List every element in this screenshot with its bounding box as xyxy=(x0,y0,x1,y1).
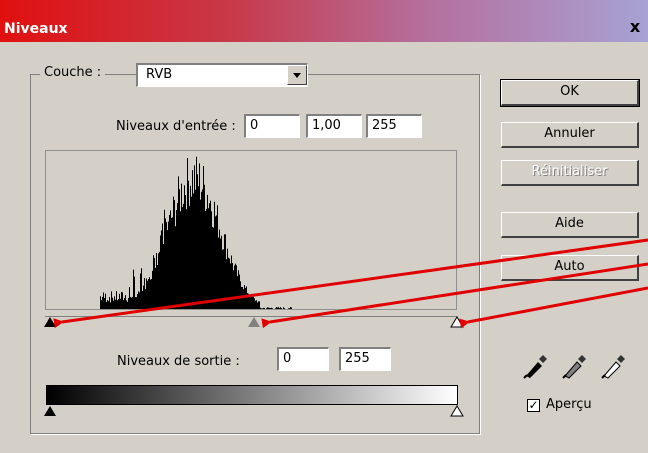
help-button[interactable]: Aide xyxy=(501,212,639,238)
histogram-graph xyxy=(100,156,292,309)
preview-checkbox[interactable]: ✓ xyxy=(527,399,540,412)
output-black-slider[interactable] xyxy=(44,406,56,416)
layer-select[interactable]: RVB xyxy=(136,63,308,87)
checkbox-check-icon: ✓ xyxy=(528,398,539,412)
ok-button[interactable]: OK xyxy=(500,79,640,107)
eyedropper-white-icon[interactable] xyxy=(600,350,628,380)
output-black-field[interactable]: 0 xyxy=(277,347,329,371)
input-black-slider[interactable] xyxy=(44,317,56,327)
output-white-slider[interactable] xyxy=(450,405,464,417)
input-black-field[interactable]: 0 xyxy=(244,114,300,138)
window-title: Niveaux xyxy=(4,21,68,37)
histogram xyxy=(45,150,457,310)
input-gamma-field[interactable]: 1,00 xyxy=(306,114,362,138)
title-bar[interactable]: Niveaux x xyxy=(0,0,648,42)
input-white-slider[interactable] xyxy=(450,316,464,328)
preview-label: Aperçu xyxy=(546,397,592,412)
input-white-field[interactable]: 255 xyxy=(366,114,422,138)
input-gamma-slider[interactable] xyxy=(248,317,260,327)
output-levels-label: Niveaux de sortie : xyxy=(117,354,240,369)
eyedropper-black-icon[interactable] xyxy=(522,350,550,380)
layer-select-value: RVB xyxy=(146,67,173,82)
eyedropper-gray-icon[interactable] xyxy=(561,350,589,380)
dropdown-arrow-icon[interactable] xyxy=(287,65,307,85)
input-levels-label: Niveaux d'entrée : xyxy=(116,119,236,134)
auto-button[interactable]: Auto xyxy=(501,255,639,281)
output-white-field[interactable]: 255 xyxy=(339,347,391,371)
layer-label: Couche : xyxy=(40,65,106,80)
cancel-button[interactable]: Annuler xyxy=(501,122,639,148)
close-icon[interactable]: x xyxy=(624,17,646,37)
output-gradient-bar xyxy=(46,385,458,405)
reset-button[interactable]: Réinitialiser xyxy=(501,160,639,186)
